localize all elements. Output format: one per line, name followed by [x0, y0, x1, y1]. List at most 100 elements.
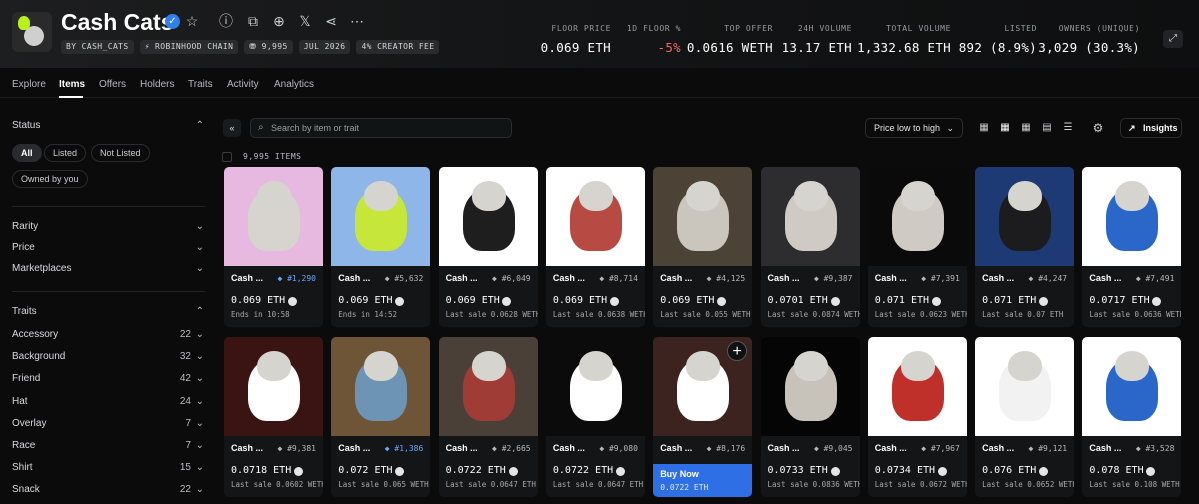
grid-small-icon[interactable]: ▦ — [1020, 122, 1032, 134]
nft-image[interactable] — [331, 167, 431, 266]
sort-label: Price low to high — [874, 123, 941, 133]
nft-card[interactable]: Cash ... ◆ #9,381 0.0718 ETH Last sale 0.06… — [224, 337, 323, 497]
nft-card[interactable]: Cash ... ◆ #5,632 0.069 ETH Ends in 14:52 — [331, 167, 431, 327]
search-input[interactable] — [271, 121, 506, 135]
nft-card[interactable]: Cash ... ◆ #9,045 0.0733 ETH Last sale 0.08… — [760, 337, 860, 497]
nft-name: Cash ... — [552, 273, 585, 283]
nft-image[interactable]: + — [653, 337, 753, 436]
nft-name: Cash ... — [445, 273, 478, 283]
nft-image[interactable] — [224, 167, 323, 266]
settings-icon[interactable]: ⚙ — [1092, 122, 1104, 134]
nft-image[interactable] — [438, 337, 538, 436]
nft-rank-value: #4,247 — [1038, 274, 1068, 283]
grid-large-icon[interactable]: ▦ — [978, 122, 990, 134]
nft-rank: ◆ #7,967 — [921, 444, 960, 453]
nft-card[interactable]: Cash ... ◆ #1,386 0.072 ETH Last sale 0.065… — [331, 337, 431, 497]
nft-card[interactable]: Cash ... ◆ #3,528 0.078 ETH Last sale 0.108… — [1082, 337, 1182, 497]
currency: ETH — [1018, 465, 1037, 476]
nft-card[interactable]: + Cash ... ◆ #8,176 Buy Now 0.0722 ETH — [653, 337, 753, 497]
nft-price: 0.0734 ETH — [875, 465, 935, 476]
filter-marketplaces[interactable]: Marketplaces ⌄ — [12, 263, 204, 277]
nft-image[interactable] — [438, 167, 538, 266]
nft-subtext: Last sale 0.0874 WETH — [767, 310, 860, 319]
tab-explore[interactable]: Explore — [12, 79, 46, 90]
nft-rank-value: #6,049 — [501, 274, 531, 283]
filter-price[interactable]: Price ⌄ — [12, 242, 204, 256]
nft-card[interactable]: Cash ... ◆ #9,387 0.0701 ETH Last sale 0.08… — [760, 167, 860, 327]
nft-price: 0.0718 ETH — [231, 465, 291, 476]
tab-analytics[interactable]: Analytics — [274, 79, 314, 90]
nft-subtext: Last sale 0.108 WETH — [1089, 480, 1180, 489]
eth-icon — [609, 297, 619, 306]
trait-race[interactable]: Race 7 ⌄ — [12, 440, 204, 454]
nft-image[interactable] — [975, 167, 1075, 266]
nft-card[interactable]: Cash ... ◆ #9,080 0.0722 ETH Last sale 0.06… — [545, 337, 645, 497]
nft-image[interactable] — [1082, 337, 1182, 436]
nft-image[interactable] — [1082, 167, 1182, 266]
traits-section-header[interactable]: Traits ⌃ — [12, 306, 204, 320]
list-compact-icon[interactable]: ▤ — [1041, 122, 1053, 134]
status-section-header[interactable]: Status ⌃ — [12, 120, 204, 134]
currency: ETH — [916, 465, 936, 476]
expand-icon[interactable]: ⤢ — [1163, 30, 1183, 48]
trait-background[interactable]: Background 32 ⌄ — [12, 351, 204, 365]
nft-name: Cash ... — [552, 443, 585, 453]
nft-image[interactable] — [975, 337, 1075, 436]
trait-overlay[interactable]: Overlay 7 ⌄ — [12, 418, 204, 432]
tab-items[interactable]: Items — [59, 79, 85, 90]
nft-image[interactable] — [760, 167, 860, 266]
nft-image[interactable] — [867, 337, 967, 436]
nft-card[interactable]: Cash ... ◆ #6,049 0.069 ETH Last sale 0.062… — [438, 167, 538, 327]
nft-image[interactable] — [545, 337, 645, 436]
status-chip-not-listed[interactable]: Not Listed — [91, 144, 150, 162]
filter-rarity[interactable]: Rarity ⌄ — [12, 221, 204, 235]
grid-medium-icon[interactable]: ▦ — [999, 122, 1011, 134]
nft-name: Cash ... — [231, 443, 264, 453]
status-chip-listed[interactable]: Listed — [44, 144, 87, 162]
collection-header: Cash Cats ✓ ☆ ⓘ ⧉ ⊕ 𝕏 ⋖ ⋯ BY CASH_CATS ⚡ … — [0, 0, 1199, 68]
nft-image[interactable] — [760, 337, 860, 436]
currency: ETH — [809, 465, 828, 476]
trait-hat[interactable]: Hat 24 ⌄ — [12, 396, 204, 410]
nft-card[interactable]: Cash ... ◆ #7,491 0.0717 ETH Last sale 0.06… — [1082, 167, 1182, 327]
chevron-down-icon: ⌄ — [195, 440, 204, 451]
nft-rank-value: #9,387 — [823, 274, 853, 283]
table-view-icon[interactable]: ☰ — [1062, 122, 1074, 134]
nft-image[interactable] — [867, 167, 967, 266]
nft-price-value: 0.0701 — [767, 295, 804, 306]
chevron-down-icon: ⌄ — [195, 221, 204, 232]
nft-price: 0.069 ETH — [231, 295, 285, 306]
nft-card[interactable]: Cash ... ◆ #8,714 0.069 ETH Last sale 0.063… — [545, 167, 645, 327]
nft-card[interactable]: Cash ... ◆ #2,665 0.0722 ETH Last sale 0.06… — [438, 337, 538, 497]
trait-shirt[interactable]: Shirt 15 ⌄ — [12, 462, 204, 476]
nft-card[interactable]: Cash ... ◆ #4,247 0.071 ETH Last sale 0.07 … — [975, 167, 1075, 327]
insights-button[interactable]: ↗ Insights — [1120, 118, 1182, 138]
nft-card[interactable]: Cash ... ◆ #7,967 0.0734 ETH Last sale 0.06… — [867, 337, 967, 497]
buy-now-button[interactable]: Buy Now 0.0722 ETH — [653, 464, 753, 497]
nft-image[interactable] — [331, 337, 431, 436]
nft-price-value: 0.076 — [982, 465, 1013, 476]
nft-image[interactable] — [224, 337, 323, 436]
sort-dropdown[interactable]: Price low to high ⌄ — [865, 118, 963, 138]
nft-card[interactable]: Cash ... ◆ #9,121 0.076 ETH Last sale 0.065… — [975, 337, 1075, 497]
trait-snack[interactable]: Snack 22 ⌄ — [12, 484, 204, 498]
nft-card[interactable]: Cash ... ◆ #7,391 0.071 ETH Last sale 0.062… — [867, 167, 967, 327]
collapse-sidebar-icon[interactable]: « — [223, 119, 241, 137]
currency: ETH — [595, 465, 614, 476]
tab-holders[interactable]: Holders — [140, 79, 174, 90]
nft-image[interactable] — [545, 167, 645, 266]
nft-card[interactable]: Cash ... ◆ #4,125 0.069 ETH Last sale 0.055… — [653, 167, 753, 327]
search-box[interactable]: ⌕ — [250, 118, 512, 138]
trait-friend[interactable]: Friend 42 ⌄ — [12, 373, 204, 387]
status-chip-all[interactable]: All — [12, 144, 42, 162]
add-to-cart-icon[interactable]: + — [727, 341, 748, 361]
trait-count: 7 — [185, 417, 191, 429]
tab-offers[interactable]: Offers — [99, 79, 126, 90]
status-chip-owned[interactable]: Owned by you — [12, 170, 88, 188]
select-all-checkbox[interactable] — [222, 152, 232, 162]
trait-accessory[interactable]: Accessory 22 ⌄ — [12, 329, 204, 343]
tab-activity[interactable]: Activity — [227, 79, 259, 90]
tab-traits[interactable]: Traits — [188, 79, 213, 90]
nft-image[interactable] — [653, 167, 753, 266]
nft-card[interactable]: Cash ... ◆ #1,290 0.069 ETH Ends in 10:58 — [224, 167, 323, 327]
